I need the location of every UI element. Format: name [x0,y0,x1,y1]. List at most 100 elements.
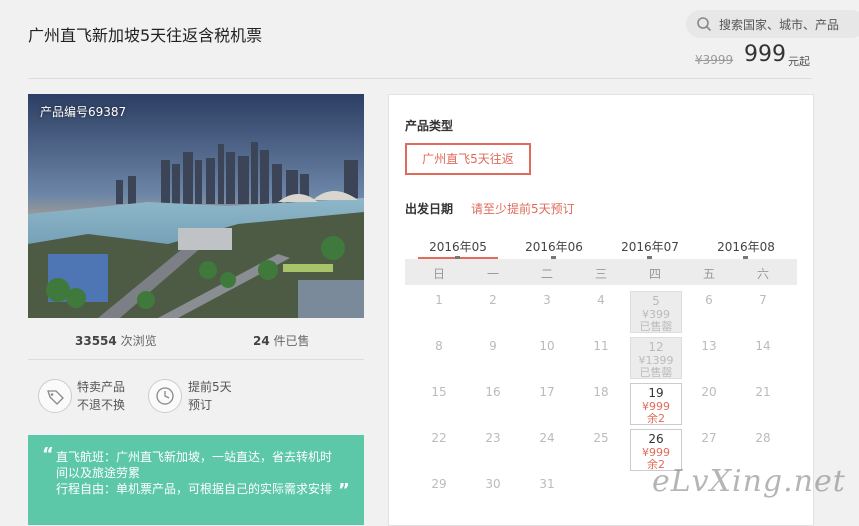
calendar-day: 16 [468,383,518,423]
day-number: 3 [543,293,551,307]
day-number: 9 [489,339,497,353]
product-type-option[interactable]: 广州直飞5天往返 [405,143,531,175]
tab-month-2[interactable]: 2016年06 [514,238,594,255]
views-count: 33554 [75,334,117,348]
city-skyline-image [28,94,364,318]
calendar-day: 8 [414,337,464,377]
weekday-wed: 三 [594,267,607,281]
calendar-day: 22 [414,429,464,469]
note-line1: 直飞航班：广州直飞新加坡，一站直达，省去转机时 [56,450,333,464]
day-number: 4 [597,293,605,307]
day-number: 21 [755,385,771,399]
product-type-label: 产品类型 [405,119,454,133]
day-number: 13 [701,339,717,353]
calendar-day: 12 ¥1399 已售罄 [630,337,682,379]
weekday-fri: 五 [702,267,715,281]
search-icon [697,17,712,32]
sold-count: 24 [253,334,270,348]
calendar-day[interactable]: 19 ¥999 余2 [630,383,682,425]
quote-close-icon: ” [338,480,350,501]
day-number: 22 [431,431,447,445]
weekday-thu: 四 [648,267,661,281]
calendar-day: 17 [522,383,572,423]
watermark: eLvXing.net [652,464,846,499]
search-box[interactable]: 搜索国家、城市、产品 [686,10,859,38]
sold-stat: 24 件已售 [253,332,310,349]
calendar-day: 21 [738,383,788,423]
price-suffix: 元起 [788,55,810,68]
calendar-day: 29 [414,475,464,515]
badge-sale-line1: 特卖产品 [77,380,126,394]
original-price: ¥3999 [695,53,734,67]
views-stat: 33554 次浏览 [75,332,157,349]
day-number: 10 [539,339,555,353]
sold-label: 件已售 [273,334,310,348]
day-number: 25 [593,431,609,445]
day-number: 19 [648,386,664,400]
badge-advance-line1: 提前5天 [188,380,232,394]
product-id: 产品编号69387 [40,105,127,119]
current-price: 999 [744,42,786,67]
calendar-day: 14 [738,337,788,377]
calendar-day: 31 [522,475,572,515]
calendar-day: 4 [576,291,626,331]
calendar-day: 18 [576,383,626,423]
badge-sale-line2: 不退不换 [77,398,126,412]
day-number: 30 [485,477,501,491]
weekday-mon: 一 [486,267,499,281]
calendar-day: 15 [414,383,464,423]
badge-advance: 提前5天 预订 [188,378,232,414]
tab-month-3[interactable]: 2016年07 [610,238,690,255]
calendar-day: 6 [684,291,734,331]
departure-label: 出发日期 [405,202,454,216]
day-status: 余2 [647,412,665,425]
calendar-day: 25 [576,429,626,469]
badge-sale: 特卖产品 不退不换 [77,378,125,414]
day-number: 20 [701,385,717,399]
day-number: 27 [701,431,717,445]
day-number: 28 [755,431,771,445]
calendar-day: 24 [522,429,572,469]
day-number: 31 [539,477,555,491]
day-number: 15 [431,385,447,399]
weekday-tue: 二 [540,267,553,281]
calendar-day: 23 [468,429,518,469]
page-title: 广州直飞新加坡5天往返含税机票 [28,26,263,45]
day-number: 18 [593,385,609,399]
day-number: 6 [705,293,713,307]
day-number: 29 [431,477,447,491]
day-number: 17 [539,385,555,399]
calendar-day: 30 [468,475,518,515]
divider [28,78,812,79]
day-number: 2 [489,293,497,307]
day-number: 5 [652,294,660,308]
note-line2: 间以及旅途劳累 [56,466,141,480]
booking-panel: 产品类型 广州直飞5天往返 出发日期 请至少提前5天预订 2016年05 201… [388,94,814,526]
day-number: 23 [485,431,501,445]
day-number: 11 [593,339,609,353]
day-number: 8 [435,339,443,353]
calendar-day: 2 [468,291,518,331]
calendar-day: 7 [738,291,788,331]
search-input[interactable]: 搜索国家、城市、产品 [719,16,839,33]
calendar-day: 20 [684,383,734,423]
day-status: 已售罄 [639,320,673,333]
views-label: 次浏览 [120,334,157,348]
day-number: 24 [539,431,555,445]
note-line3: 行程自由：单机票产品，可根据自己的实际需求安排 [56,482,333,496]
product-photo: 产品编号69387 [28,94,364,318]
weekday-header: 日 一 二 三 四 五 六 [405,259,797,285]
calendar-day: 13 [684,337,734,377]
tab-month-4[interactable]: 2016年08 [706,238,786,255]
weekday-sat: 六 [756,267,769,281]
day-number: 12 [648,340,664,354]
calendar-day: 9 [468,337,518,377]
calendar-day: 1 [414,291,464,331]
quote-open-icon: “ [42,444,54,465]
calendar-day: 11 [576,337,626,377]
badge-advance-line2: 预订 [188,398,213,412]
day-number: 1 [435,293,443,307]
day-status: 已售罄 [639,366,673,379]
weekday-sun: 日 [432,267,445,281]
calendar-day: 3 [522,291,572,331]
